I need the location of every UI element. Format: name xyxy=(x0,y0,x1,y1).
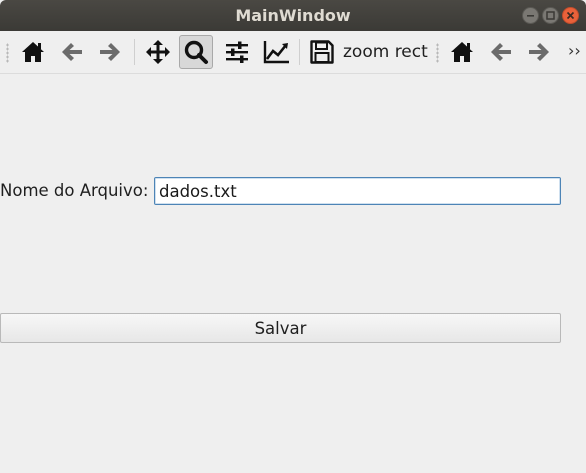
toolbar-grip[interactable] xyxy=(436,43,439,63)
maximize-button[interactable] xyxy=(542,7,559,24)
edit-axis-icon xyxy=(263,41,289,64)
window-title: MainWindow xyxy=(235,6,351,25)
file-name-label: Nome do Arquivo: xyxy=(0,181,149,200)
zoom-icon xyxy=(184,40,208,64)
title-bar[interactable]: MainWindow xyxy=(0,0,586,31)
back-arrow-icon xyxy=(491,43,511,61)
close-button[interactable] xyxy=(562,7,579,24)
subplots-icon xyxy=(226,41,248,63)
close-icon xyxy=(566,11,575,20)
forward-button[interactable] xyxy=(93,35,127,69)
edit-axis-button[interactable] xyxy=(258,35,292,69)
forward-button-2[interactable] xyxy=(522,35,556,69)
file-name-input[interactable] xyxy=(154,177,561,205)
home-button[interactable] xyxy=(16,35,50,69)
mode-label: zoom rect xyxy=(343,42,428,62)
home-icon xyxy=(22,42,44,62)
toolbar-grip[interactable] xyxy=(6,43,9,63)
navigation-toolbar: zoom rect ›› xyxy=(0,31,586,74)
toolbar-overflow-button[interactable]: ›› xyxy=(568,39,581,63)
toolbar-separator xyxy=(134,39,135,65)
back-button-2[interactable] xyxy=(484,35,518,69)
save-figure-button[interactable] xyxy=(305,35,339,69)
save-icon xyxy=(310,40,334,64)
zoom-button[interactable] xyxy=(179,35,213,69)
pan-button[interactable] xyxy=(141,35,175,69)
home-icon xyxy=(451,42,473,62)
toolbar-separator xyxy=(299,39,300,65)
maximize-icon xyxy=(546,11,555,20)
pan-icon xyxy=(146,40,170,64)
main-window: MainWindow zoom rect ›› Nome do Arquivo:… xyxy=(0,0,586,473)
minimize-button[interactable] xyxy=(522,7,539,24)
forward-arrow-icon xyxy=(529,43,549,61)
subplots-button[interactable] xyxy=(220,35,254,69)
forward-arrow-icon xyxy=(100,43,120,61)
back-button[interactable] xyxy=(55,35,89,69)
minimize-icon xyxy=(527,15,534,17)
home-button-2[interactable] xyxy=(445,35,479,69)
save-button[interactable]: Salvar xyxy=(0,313,561,343)
back-arrow-icon xyxy=(62,43,82,61)
